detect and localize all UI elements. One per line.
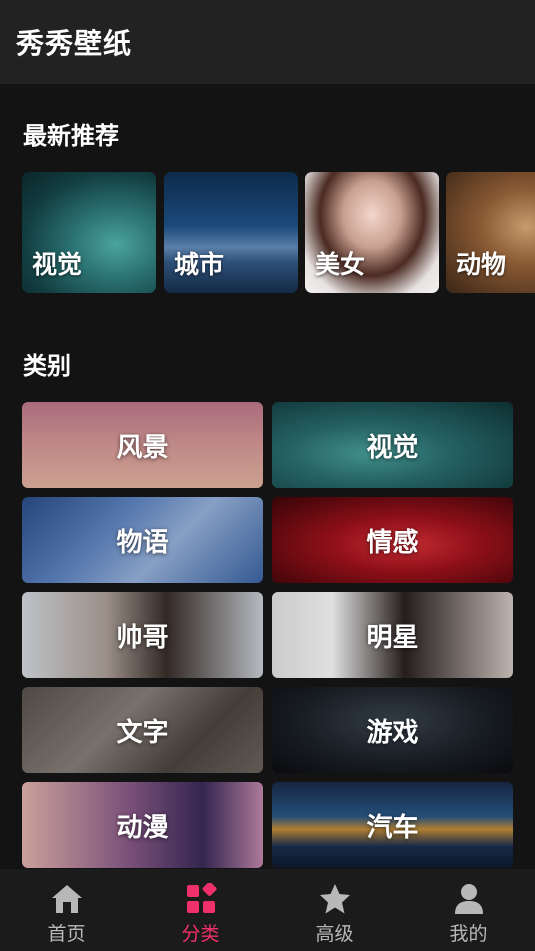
category-emotion[interactable]: 情感 [272,497,513,583]
recommend-card-city[interactable]: 城市 [164,172,298,293]
category-label: 汽车 [366,812,419,843]
category-handsome[interactable]: 帅哥 [22,592,263,678]
section-title-category: 类别 [23,352,71,380]
category-label: 动漫 [116,812,169,843]
top-app-bar: 秀秀壁纸 [0,0,535,84]
category-label: 风景 [116,432,169,463]
bottom-nav: 首页 分类 高级 我的 [0,869,535,951]
category-label: 情感 [366,527,419,558]
category-visual[interactable]: 视觉 [272,402,513,488]
category-label: 游戏 [366,717,419,748]
category-label: 文字 [116,717,169,748]
nav-mine[interactable]: 我的 [402,869,535,951]
category-car[interactable]: 汽车 [272,782,513,868]
section-title-latest: 最新推荐 [23,122,119,150]
category-label: 物语 [116,527,169,558]
recommend-card-animal[interactable]: 动物 [446,172,535,293]
category-label: 帅哥 [116,622,169,653]
category-icon [185,881,217,919]
recommend-card-visual[interactable]: 视觉 [22,172,156,293]
nav-label: 首页 [47,923,86,945]
category-label: 视觉 [366,432,419,463]
category-label: 明星 [366,622,419,653]
category-scenery[interactable]: 风景 [22,402,263,488]
home-icon [50,883,84,919]
star-icon [318,883,352,919]
app-title: 秀秀壁纸 [16,27,133,60]
category-anime[interactable]: 动漫 [22,782,263,868]
category-celebrity[interactable]: 明星 [272,592,513,678]
recommend-card-label: 城市 [174,250,225,279]
category-story[interactable]: 物语 [22,497,263,583]
user-icon [453,883,485,919]
nav-category[interactable]: 分类 [134,869,267,951]
nav-premium[interactable]: 高级 [268,869,401,951]
recommend-carousel[interactable]: 视觉 城市 美女 动物 [22,172,535,293]
recommend-card-beauty[interactable]: 美女 [305,172,439,293]
nav-label: 高级 [315,923,354,945]
nav-home[interactable]: 首页 [0,869,133,951]
category-text[interactable]: 文字 [22,687,263,773]
recommend-card-label: 美女 [315,250,366,279]
nav-label: 分类 [181,923,220,945]
recommend-card-label: 动物 [456,250,507,279]
recommend-card-label: 视觉 [32,250,83,279]
nav-label: 我的 [449,923,488,945]
category-game[interactable]: 游戏 [272,687,513,773]
